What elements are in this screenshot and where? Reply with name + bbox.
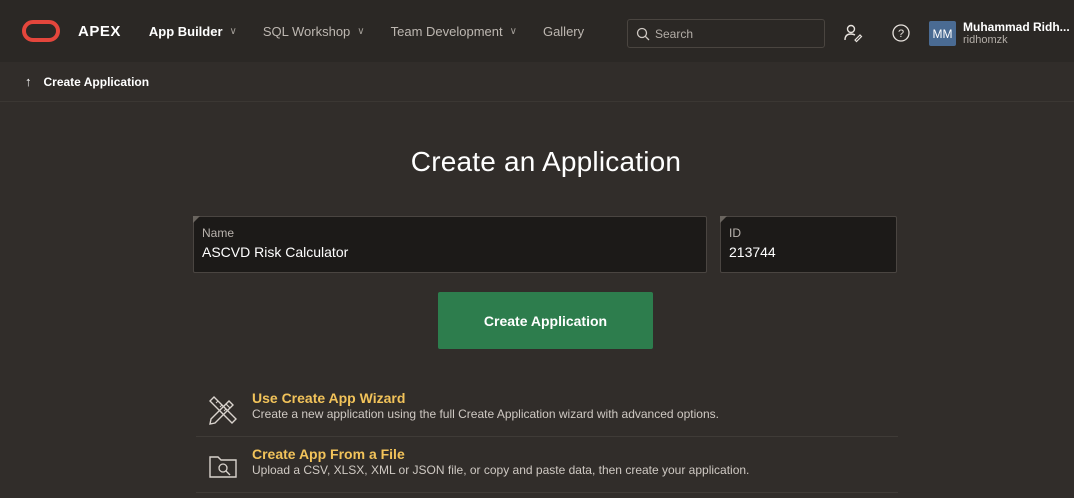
option-wizard-title[interactable]: Use Create App Wizard [252,390,719,407]
file-folder-search-icon [209,456,237,478]
svg-text:?: ? [898,28,904,40]
id-field-value[interactable]: 213744 [729,244,888,260]
create-application-button[interactable]: Create Application [438,292,653,349]
chevron-down-icon: ∨ [229,25,237,37]
admin-user-icon[interactable] [842,22,864,44]
search-box[interactable] [627,19,825,48]
avatar: MM [929,21,956,46]
nav-team-development[interactable]: Team Development ∨ [391,24,517,39]
divider [196,436,898,437]
option-wizard-description: Create a new application using the full … [252,407,719,421]
option-create-app-from-file[interactable]: Create App From a File Upload a CSV, XLS… [196,445,898,489]
chevron-down-icon: ∨ [357,25,365,37]
nav-sql-workshop[interactable]: SQL Workshop ∨ [263,24,365,39]
user-username: ridhomzk [963,34,1008,46]
main-menu: App Builder ∨ SQL Workshop ∨ Team Develo… [149,0,610,62]
user-display-name: Muhammad Ridh... [963,20,1070,34]
nav-gallery-label: Gallery [542,23,585,39]
chevron-down-icon: ∨ [509,25,517,37]
field-corner-marker [720,216,727,223]
top-navigation-bar: APEX App Builder ∨ SQL Workshop ∨ Team D… [0,0,1074,62]
search-icon [636,27,650,40]
breadcrumb: ↑ Create Application [0,62,1074,102]
apex-home-link[interactable]: APEX [22,20,149,42]
nav-app-builder-label: App Builder [148,23,223,39]
nav-app-builder[interactable]: App Builder ∨ [149,24,237,39]
name-field-label: Name [202,226,235,240]
id-field-label: ID [729,226,741,240]
name-field-value[interactable]: ASCVD Risk Calculator [202,244,698,260]
help-icon[interactable]: ? [890,22,912,44]
option-file-description: Upload a CSV, XLSX, XML or JSON file, or… [252,463,750,477]
field-corner-marker [193,216,200,223]
page-title: Create an Application [410,146,682,177]
user-menu[interactable]: MM Muhammad Ridh... ridhomzk [929,21,1070,46]
id-field[interactable]: ID 213744 [720,216,897,273]
search-input[interactable] [655,26,815,41]
nav-team-development-label: Team Development [390,23,503,39]
app-name: APEX [78,22,121,40]
oracle-logo-icon [22,20,60,42]
wizard-pencil-ruler-icon [209,396,237,425]
breadcrumb-current: Create Application [43,74,150,89]
divider [196,492,898,493]
option-create-app-wizard[interactable]: Use Create App Wizard Create a new appli… [196,389,898,433]
nav-gallery[interactable]: Gallery [543,24,584,39]
up-arrow-icon[interactable]: ↑ [25,74,32,89]
nav-sql-workshop-label: SQL Workshop [262,23,351,39]
name-field[interactable]: Name ASCVD Risk Calculator [193,216,707,273]
option-file-title[interactable]: Create App From a File [252,446,749,463]
